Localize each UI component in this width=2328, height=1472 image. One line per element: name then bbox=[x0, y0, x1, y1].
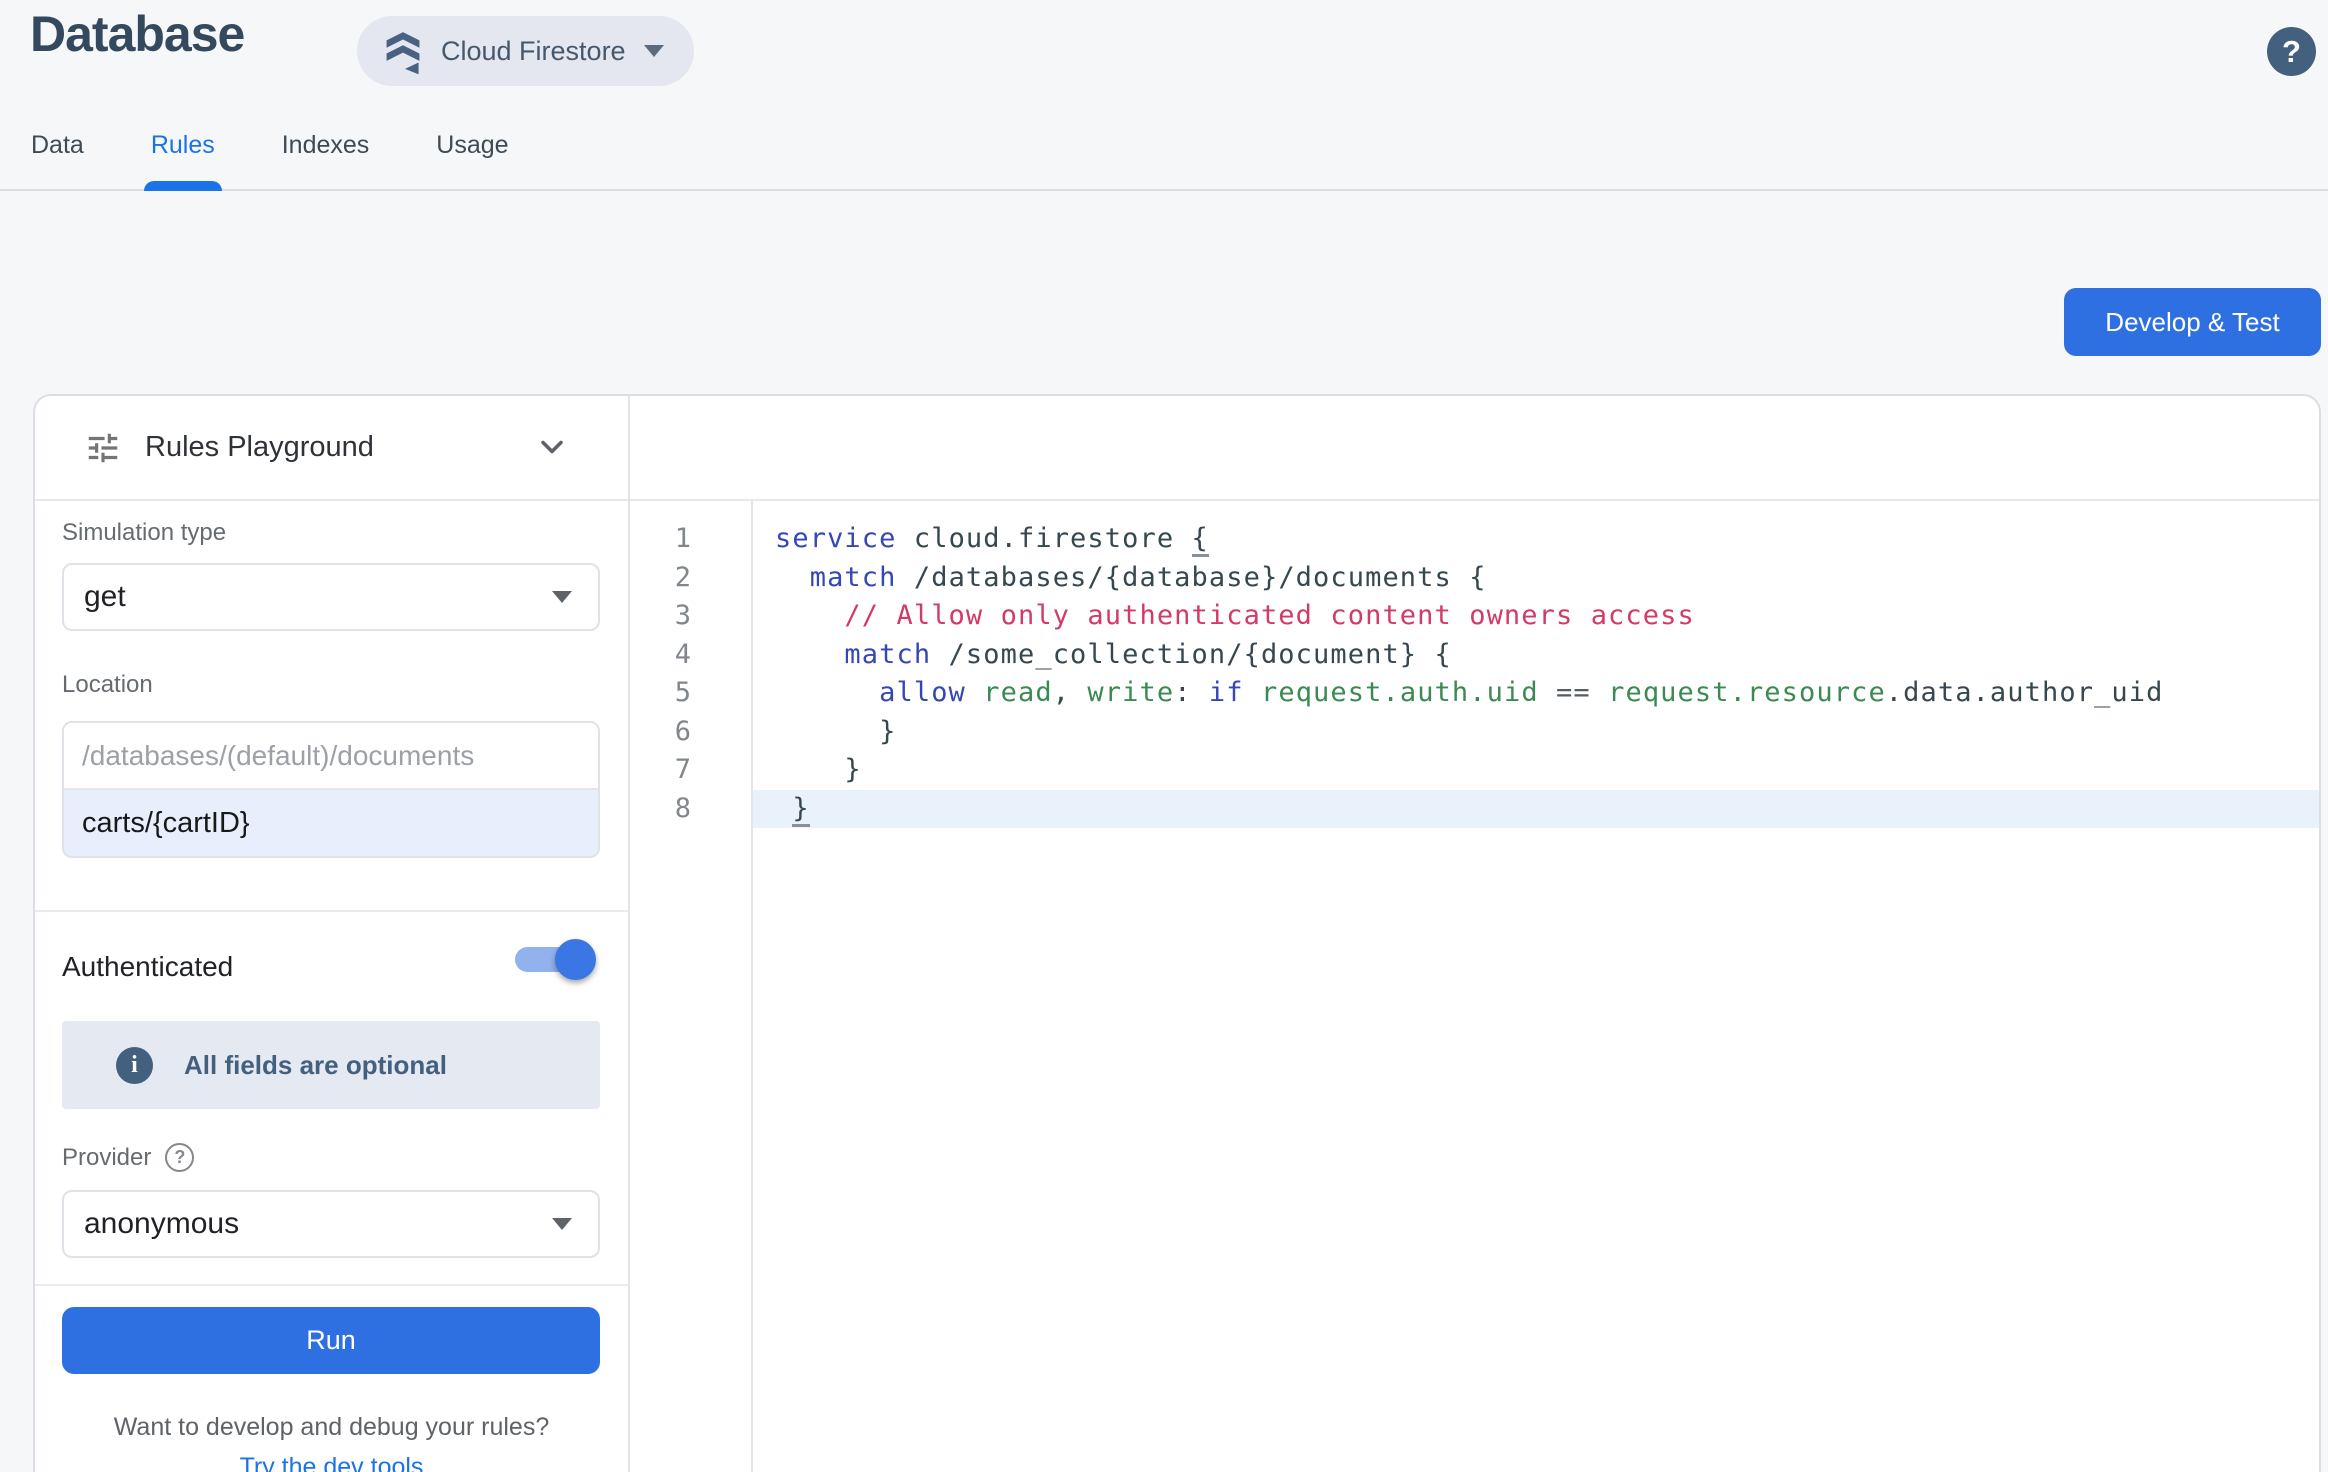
rules-code-editor[interactable]: 12345678 service cloud.firestore { match… bbox=[630, 501, 2319, 1472]
code-line[interactable]: match /some_collection/{document} { bbox=[753, 636, 2319, 675]
line-number-gutter: 12345678 bbox=[630, 501, 753, 1472]
line-number: 1 bbox=[630, 520, 751, 559]
sidebar-divider bbox=[35, 1284, 628, 1286]
info-banner-text: All fields are optional bbox=[184, 1050, 447, 1081]
provider-label: Provider bbox=[62, 1144, 151, 1172]
line-number: 7 bbox=[630, 751, 751, 790]
simulation-type-select[interactable]: get bbox=[62, 563, 600, 631]
dropdown-arrow-icon bbox=[552, 1218, 572, 1230]
location-prefix-input[interactable] bbox=[64, 723, 598, 790]
code-line[interactable]: service cloud.firestore { bbox=[753, 520, 2319, 559]
toggle-thumb bbox=[555, 939, 596, 980]
authenticated-toggle[interactable] bbox=[515, 947, 594, 972]
tabs-divider bbox=[0, 189, 2328, 191]
product-selector-chip[interactable]: Cloud Firestore bbox=[357, 16, 694, 86]
rules-panel: Rules Playground Simulation type get Loc… bbox=[33, 394, 2321, 1472]
code-line[interactable]: } bbox=[753, 751, 2319, 790]
page-title: Database bbox=[30, 5, 244, 63]
playground-sidebar: Simulation type get Location carts/{cart… bbox=[35, 501, 628, 1472]
collapse-chevron-icon[interactable] bbox=[534, 429, 570, 465]
simulation-type-label: Simulation type bbox=[62, 519, 226, 547]
info-banner: i All fields are optional bbox=[62, 1021, 600, 1109]
line-number: 5 bbox=[630, 674, 751, 713]
code-line[interactable]: match /databases/{database}/documents { bbox=[753, 559, 2319, 598]
rules-playground-title: Rules Playground bbox=[145, 431, 374, 464]
tab-data[interactable]: Data bbox=[31, 131, 84, 189]
firebase-database-page: Database Cloud Firestore ? Data Rules Inde… bbox=[0, 0, 2328, 1472]
develop-and-test-button[interactable]: Develop & Test bbox=[2064, 288, 2321, 356]
tab-rules[interactable]: Rules bbox=[151, 131, 215, 189]
code-line[interactable]: allow read, write: if request.auth.uid =… bbox=[753, 674, 2319, 713]
code-line[interactable]: } bbox=[753, 790, 2319, 829]
run-button[interactable]: Run bbox=[62, 1307, 600, 1374]
tab-indexes[interactable]: Indexes bbox=[282, 131, 370, 189]
location-field: carts/{cartID} bbox=[62, 721, 600, 858]
code-area[interactable]: service cloud.firestore { match /databas… bbox=[753, 501, 2319, 1472]
line-number: 6 bbox=[630, 713, 751, 752]
code-line[interactable]: // Allow only authenticated content owne… bbox=[753, 597, 2319, 636]
location-path-value[interactable]: carts/{cartID} bbox=[64, 790, 598, 856]
tab-usage[interactable]: Usage bbox=[436, 131, 508, 189]
code-line[interactable]: } bbox=[753, 713, 2319, 752]
dev-tools-link[interactable]: Try the dev tools bbox=[35, 1453, 628, 1472]
provider-help-icon[interactable]: ? bbox=[165, 1143, 194, 1172]
rules-playground-header[interactable]: Rules Playground bbox=[35, 396, 628, 499]
sidebar-divider bbox=[35, 910, 628, 912]
line-number: 4 bbox=[630, 636, 751, 675]
simulation-type-value: get bbox=[84, 580, 552, 614]
tune-icon bbox=[84, 429, 122, 467]
provider-select[interactable]: anonymous bbox=[62, 1190, 600, 1258]
tab-bar: Data Rules Indexes Usage bbox=[31, 131, 509, 189]
chevron-down-icon bbox=[644, 45, 664, 57]
provider-label-row: Provider ? bbox=[62, 1143, 194, 1172]
dev-tools-question: Want to develop and debug your rules? bbox=[35, 1413, 628, 1442]
line-number: 8 bbox=[630, 790, 751, 829]
info-icon: i bbox=[116, 1047, 153, 1084]
authenticated-label: Authenticated bbox=[62, 951, 233, 983]
firestore-icon bbox=[383, 28, 423, 74]
provider-value: anonymous bbox=[84, 1207, 552, 1241]
line-number: 2 bbox=[630, 559, 751, 598]
dropdown-arrow-icon bbox=[552, 591, 572, 603]
line-number: 3 bbox=[630, 597, 751, 636]
product-chip-label: Cloud Firestore bbox=[441, 36, 626, 67]
help-icon[interactable]: ? bbox=[2267, 27, 2316, 76]
location-label: Location bbox=[62, 671, 153, 699]
